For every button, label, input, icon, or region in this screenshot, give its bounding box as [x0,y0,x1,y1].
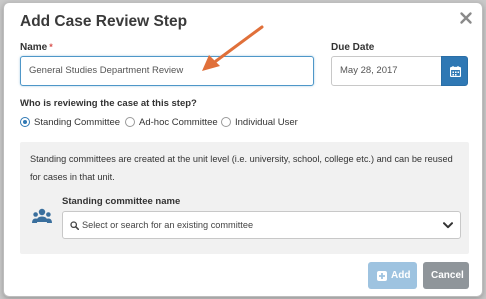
name-input[interactable]: General Studies Department Review [20,56,314,86]
radio-unselected-icon [221,117,231,127]
users-icon [32,208,52,223]
calendar-button[interactable] [441,56,468,86]
search-icon [70,221,79,230]
close-icon[interactable] [458,10,474,26]
standing-committee-panel: Standing committees are created at the u… [20,142,469,254]
committee-select[interactable]: Select or search for an existing committ… [62,211,461,239]
radio-standing-committee[interactable]: Standing Committee [20,117,120,128]
committee-select-placeholder: Select or search for an existing committ… [82,220,254,230]
reviewer-question: Who is reviewing the case at this step? [20,98,197,109]
due-date-label: Due Date [331,42,375,53]
cancel-button[interactable]: Cancel [423,262,469,289]
name-label-text: Name [20,42,48,53]
add-button[interactable]: Add [368,262,417,289]
plus-square-icon [377,271,387,281]
committee-name-label: Standing committee name [62,196,181,207]
radio-label: Ad-hoc Committee [139,117,218,128]
dialog-title: Add Case Review Step [20,13,188,30]
name-label: Name * [20,42,53,53]
add-button-label: Add [391,270,411,281]
add-case-review-step-dialog: Add Case Review Step Name * General Studi… [3,2,483,297]
cancel-button-label: Cancel [431,270,464,281]
due-date-input[interactable]: May 28, 2017 [331,56,442,86]
radio-label: Standing Committee [34,117,121,128]
chevron-down-icon [443,222,453,229]
radio-selected-icon [20,117,30,127]
radio-unselected-icon [125,117,135,127]
radio-label: Individual User [235,117,298,128]
radio-individual-user[interactable]: Individual User [221,117,298,128]
standing-committee-info: Standing committees are created at the u… [30,154,453,182]
radio-adhoc-committee[interactable]: Ad-hoc Committee [125,117,218,128]
calendar-icon [450,66,461,77]
required-marker: * [49,42,53,52]
